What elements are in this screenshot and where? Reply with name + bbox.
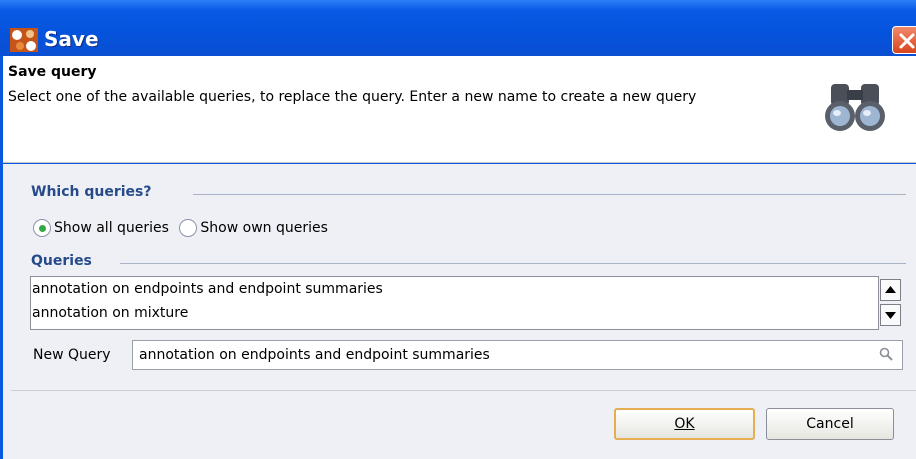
queries-divider: [120, 263, 906, 264]
queries-heading: Queries: [31, 253, 92, 269]
dialog-header: Save query Select one of the available q…: [3, 56, 916, 163]
scroll-up-button[interactable]: [880, 279, 901, 301]
ok-button-label: OK: [674, 416, 695, 432]
close-icon: [899, 33, 915, 49]
show-all-queries-label[interactable]: Show all queries: [54, 220, 169, 236]
search-icon[interactable]: [879, 347, 893, 361]
which-queries-divider: [193, 194, 906, 195]
show-own-queries-label[interactable]: Show own queries: [200, 220, 328, 236]
header-description: Select one of the available queries, to …: [8, 89, 697, 105]
window-title: Save: [44, 27, 99, 51]
header-title: Save query: [8, 64, 97, 80]
queries-list[interactable]: annotation on endpoints and endpoint sum…: [30, 276, 901, 330]
cancel-button-label: Cancel: [806, 416, 854, 432]
title-bar[interactable]: Save: [0, 0, 916, 56]
show-own-queries-radio[interactable]: [179, 219, 198, 237]
new-query-input[interactable]: annotation on endpoints and endpoint sum…: [132, 340, 903, 370]
close-button[interactable]: [892, 26, 916, 54]
cancel-button[interactable]: Cancel: [766, 408, 894, 440]
save-dialog: Save Save query Select one of the availa…: [0, 0, 916, 459]
scroll-down-button[interactable]: [880, 304, 901, 326]
dialog-body: Which queries? Show all queries Show own…: [3, 164, 916, 459]
show-all-queries-radio[interactable]: [33, 219, 51, 237]
query-scope-radio-group: Show all queries Show own queries: [33, 219, 334, 237]
arrow-up-icon: [885, 286, 896, 293]
which-queries-heading: Which queries?: [31, 184, 152, 200]
ok-button[interactable]: OK: [614, 408, 755, 440]
new-query-label: New Query: [33, 347, 111, 363]
footer-divider: [11, 390, 916, 391]
arrow-down-icon: [885, 312, 896, 319]
app-logo-icon: [10, 28, 38, 52]
list-item[interactable]: annotation on endpoints and endpoint sum…: [31, 277, 878, 301]
list-item[interactable]: annotation on mixture: [31, 301, 878, 325]
binoculars-icon: [825, 84, 885, 131]
